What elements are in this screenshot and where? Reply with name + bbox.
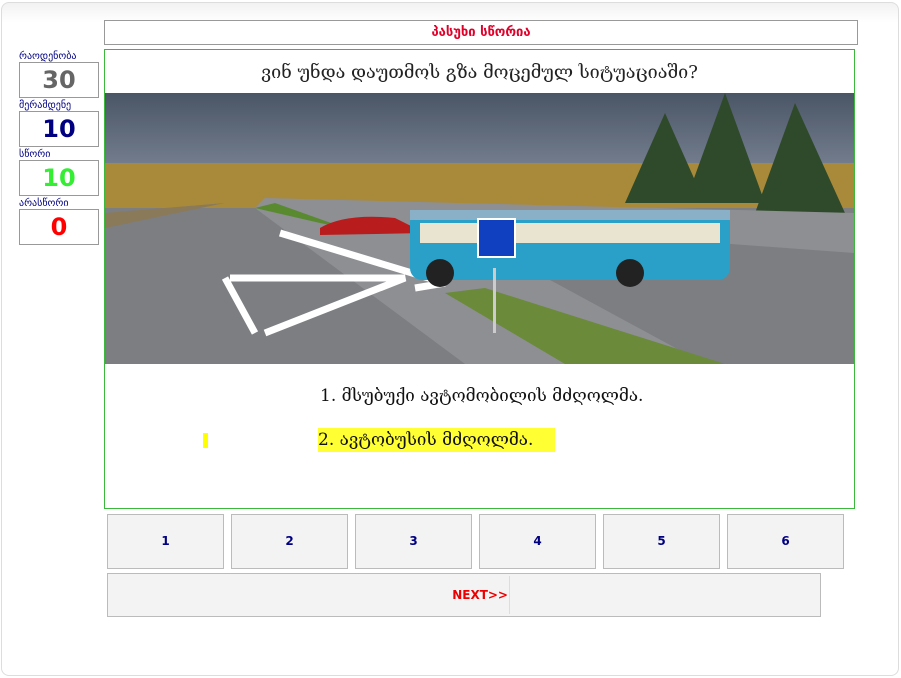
divider	[509, 576, 510, 614]
answer-option-1: 1. მსუბუქი ავტომობილის მძღოლმა.	[320, 386, 644, 406]
current-value: 10	[19, 111, 99, 147]
question-text: ვინ უნდა დაუთმოს გზა მოცემულ სიტუაციაში?	[261, 62, 698, 83]
answer-button-4[interactable]: 4	[479, 514, 596, 569]
correct-value: 10	[19, 160, 99, 196]
answer-button-3[interactable]: 3	[355, 514, 472, 569]
question-panel: ვინ უნდა დაუთმოს გზა მოცემულ სიტუაციაში?…	[104, 49, 855, 509]
result-status: პასუხი სწორია	[104, 20, 858, 45]
answer-option-2: 2. ავტობუსის მძღოლმა.	[318, 428, 556, 452]
answer-button-5[interactable]: 5	[603, 514, 720, 569]
correct-label: სწორი	[19, 149, 51, 160]
total-label: რაოდენობა	[19, 51, 77, 62]
answer-button-2[interactable]: 2	[231, 514, 348, 569]
incorrect-label: არასწორი	[19, 198, 69, 209]
highlight-mark	[203, 433, 208, 448]
next-bar: NEXT>>	[107, 573, 821, 617]
total-value: 30	[19, 62, 99, 98]
current-label: მერამდენე	[19, 100, 72, 111]
question-image	[105, 93, 854, 364]
incorrect-value: 0	[19, 209, 99, 245]
answer-button-6[interactable]: 6	[727, 514, 844, 569]
answer-button-1[interactable]: 1	[107, 514, 224, 569]
next-button[interactable]: NEXT>>	[108, 574, 508, 616]
